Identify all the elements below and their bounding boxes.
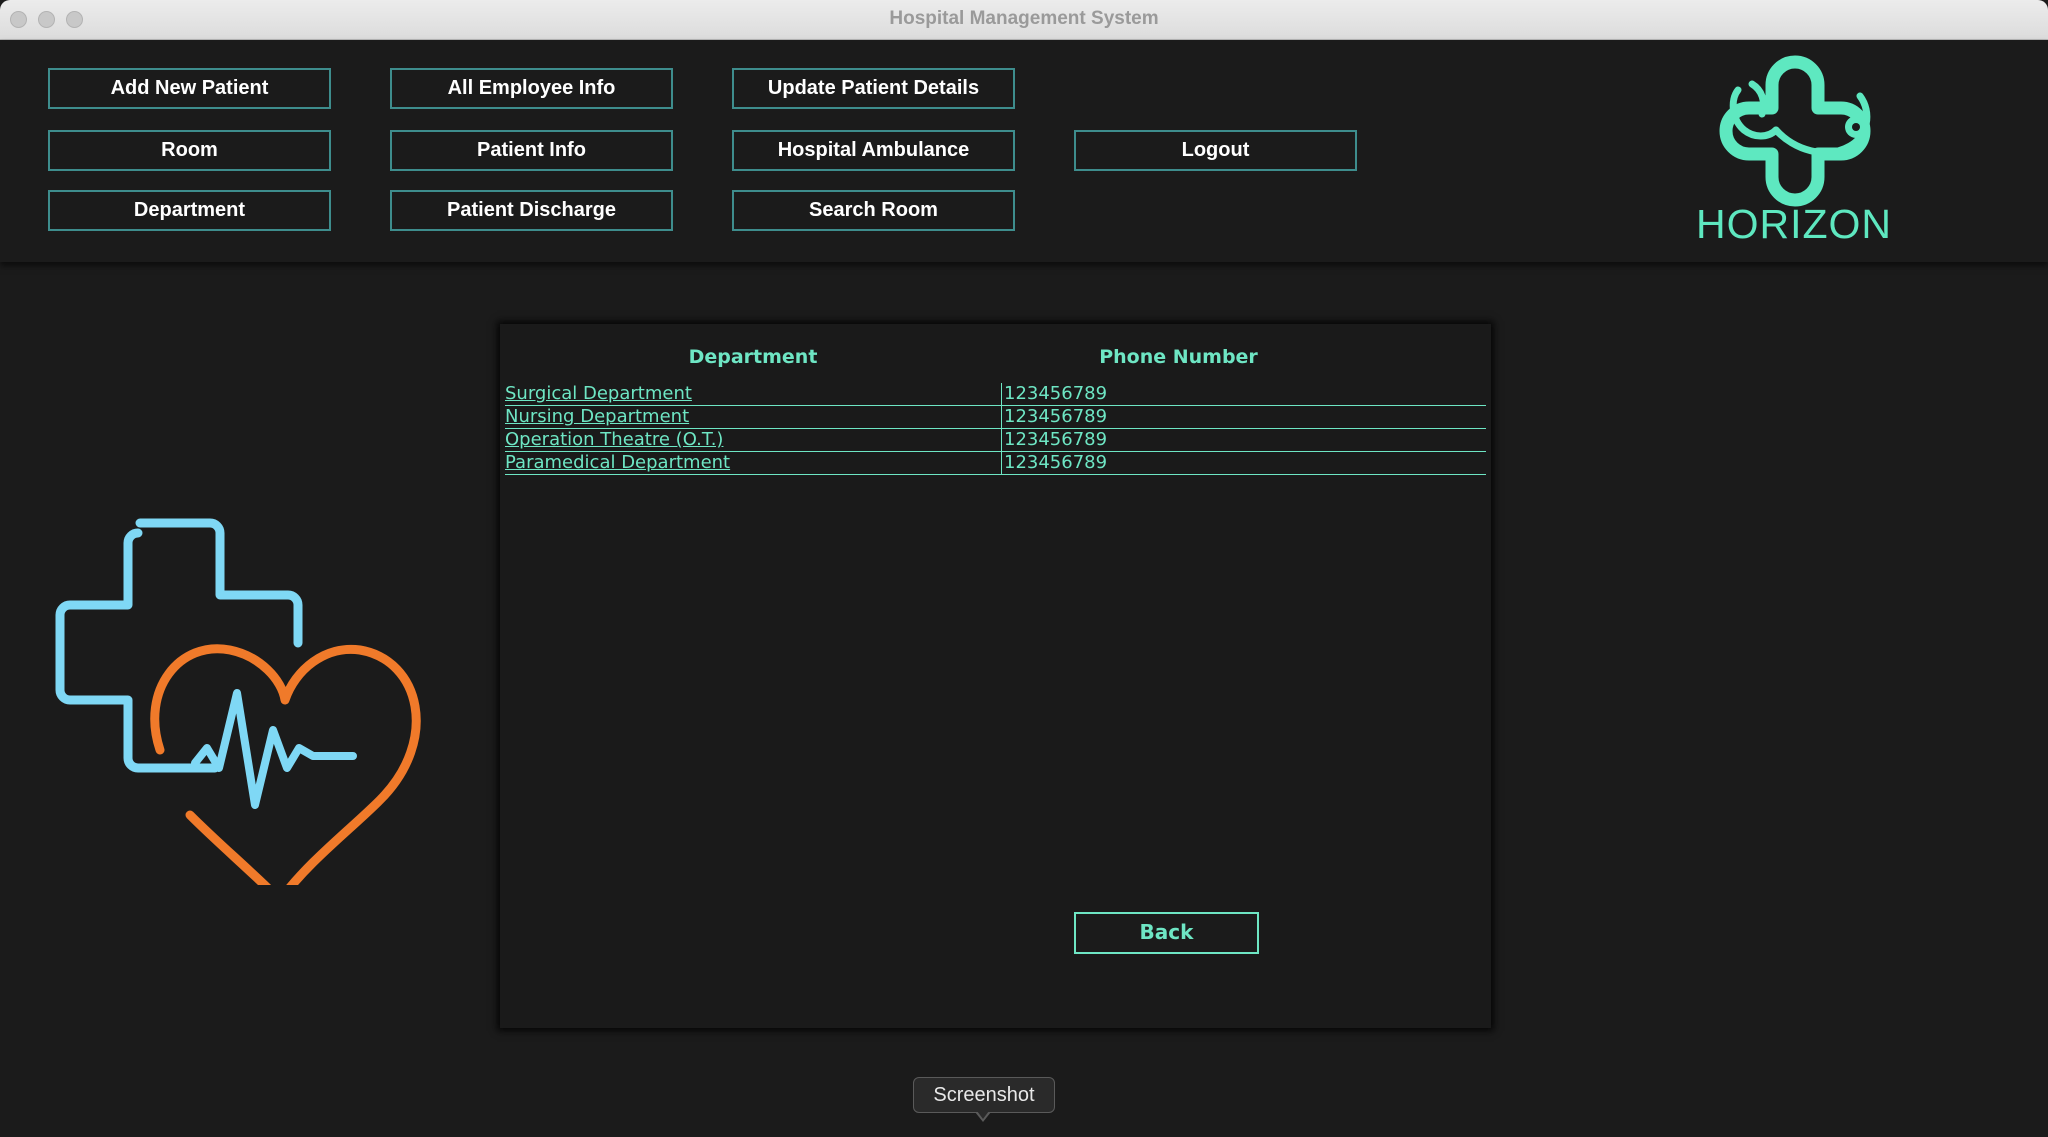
logo-text: HORIZON [1695, 201, 1893, 247]
search-room-button[interactable]: Search Room [732, 190, 1015, 231]
logout-button[interactable]: Logout [1074, 130, 1357, 171]
column-header-department[interactable]: Department [505, 346, 1001, 368]
neon-cross-heartbeat-icon [55, 518, 421, 885]
patient-info-button[interactable]: Patient Info [390, 130, 673, 171]
add-new-patient-button[interactable]: Add New Patient [48, 68, 331, 109]
phone-cell[interactable]: 123456789 [1001, 383, 1107, 405]
phone-cell[interactable]: 123456789 [1001, 429, 1107, 451]
screenshot-tooltip: Screenshot [913, 1077, 1055, 1113]
title-bar: Hospital Management System [0, 0, 2048, 40]
table-row[interactable]: Nursing Department 123456789 [505, 406, 1486, 429]
column-header-phone-number[interactable]: Phone Number [1001, 346, 1356, 368]
tooltip-pointer-fill [977, 1111, 989, 1119]
window-title: Hospital Management System [889, 8, 1159, 29]
table-row[interactable]: Surgical Department 123456789 [505, 383, 1486, 406]
department-cell[interactable]: Surgical Department [505, 383, 1001, 405]
update-patient-details-button[interactable]: Update Patient Details [732, 68, 1015, 109]
phone-cell[interactable]: 123456789 [1001, 452, 1107, 474]
phone-cell[interactable]: 123456789 [1001, 406, 1107, 428]
department-cell[interactable]: Paramedical Department [505, 452, 1001, 474]
all-employee-info-button[interactable]: All Employee Info [390, 68, 673, 109]
table-header: Department Phone Number [505, 346, 1486, 374]
patient-discharge-button[interactable]: Patient Discharge [390, 190, 673, 231]
table-row[interactable]: Operation Theatre (O.T.) 123456789 [505, 429, 1486, 452]
app-window: Hospital Management System Add New Patie… [0, 0, 2048, 1137]
back-button[interactable]: Back [1074, 912, 1259, 954]
department-table-panel: Department Phone Number Surgical Departm… [500, 324, 1491, 1028]
hospital-ambulance-button[interactable]: Hospital Ambulance [732, 130, 1015, 171]
room-button[interactable]: Room [48, 130, 331, 171]
department-cell[interactable]: Nursing Department [505, 406, 1001, 428]
department-table-body: Surgical Department 123456789 Nursing De… [505, 383, 1486, 475]
department-cell[interactable]: Operation Theatre (O.T.) [505, 429, 1001, 451]
table-row[interactable]: Paramedical Department 123456789 [505, 452, 1486, 475]
department-button[interactable]: Department [48, 190, 331, 231]
